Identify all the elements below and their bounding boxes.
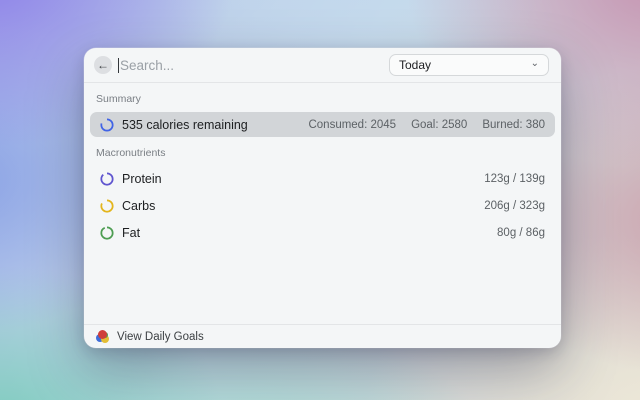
period-dropdown[interactable]: Today ⌄ bbox=[389, 54, 549, 76]
macro-row-label: Carbs bbox=[122, 199, 155, 213]
calories-progress-ring-icon bbox=[100, 118, 114, 132]
back-button[interactable]: ← bbox=[94, 56, 112, 74]
daily-goals-app-icon bbox=[96, 330, 109, 343]
footer-action-label: View Daily Goals bbox=[117, 331, 204, 343]
calorie-tracker-window: ← Today ⌄ Summary 535 calories remaining… bbox=[84, 48, 561, 348]
summary-row-label: 535 calories remaining bbox=[122, 118, 248, 132]
period-dropdown-value: Today bbox=[399, 58, 431, 72]
macro-row-value: 80g / 86g bbox=[497, 227, 545, 239]
results-list: Summary 535 calories remaining Consumed:… bbox=[84, 93, 561, 246]
back-arrow-icon: ← bbox=[97, 57, 109, 74]
macro-row-value: 123g / 139g bbox=[484, 173, 545, 185]
summary-row[interactable]: 535 calories remaining Consumed: 2045 Go… bbox=[90, 112, 555, 137]
summary-stats: Consumed: 2045 Goal: 2580 Burned: 380 bbox=[308, 119, 545, 131]
consumed-stat: Consumed: 2045 bbox=[308, 119, 396, 131]
search-header: ← Today ⌄ bbox=[84, 48, 561, 82]
search-input[interactable] bbox=[120, 58, 389, 73]
view-daily-goals-action[interactable]: View Daily Goals bbox=[84, 325, 561, 348]
chevron-down-icon: ⌄ bbox=[531, 59, 539, 69]
search-field-area bbox=[118, 48, 389, 82]
macro-row-protein[interactable]: Protein 123g / 139g bbox=[90, 166, 555, 192]
goal-stat: Goal: 2580 bbox=[411, 119, 467, 131]
macro-row-value: 206g / 323g bbox=[484, 200, 545, 212]
window-footer: View Daily Goals bbox=[84, 324, 561, 348]
burned-stat: Burned: 380 bbox=[482, 119, 545, 131]
macro-row-fat[interactable]: Fat 80g / 86g bbox=[90, 220, 555, 246]
macro-row-label: Protein bbox=[122, 172, 162, 186]
macro-row-label: Fat bbox=[122, 226, 140, 240]
header-divider bbox=[84, 82, 561, 83]
carbs-progress-ring-icon bbox=[100, 199, 114, 213]
macro-row-carbs[interactable]: Carbs 206g / 323g bbox=[90, 193, 555, 219]
desktop-background: ← Today ⌄ Summary 535 calories remaining… bbox=[0, 0, 640, 400]
fat-progress-ring-icon bbox=[100, 226, 114, 240]
text-caret bbox=[118, 58, 119, 73]
protein-progress-ring-icon bbox=[100, 172, 114, 186]
section-header-macronutrients: Macronutrients bbox=[96, 147, 549, 159]
section-header-summary: Summary bbox=[96, 93, 549, 105]
